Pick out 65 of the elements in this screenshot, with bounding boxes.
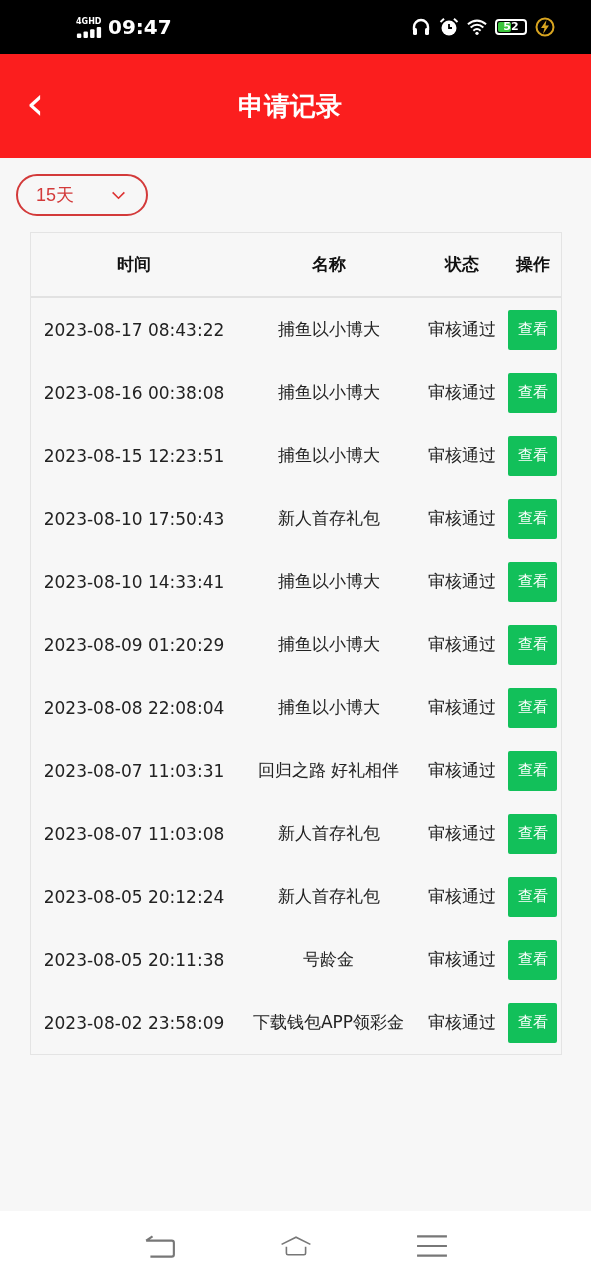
- table-cell-text: 2023-08-07 11:03:08: [42, 822, 226, 846]
- back-button[interactable]: ‹: [16, 80, 55, 132]
- clock-time: 09:47: [108, 15, 172, 39]
- chevron-down-icon: [111, 190, 126, 200]
- menu-icon[interactable]: [415, 1232, 448, 1259]
- view-button[interactable]: 查看: [508, 1002, 557, 1043]
- table-cell-text: 审核通过: [427, 885, 497, 908]
- period-dropdown[interactable]: 15天: [16, 174, 148, 216]
- table-cell-text: 捕鱼以小博大: [276, 633, 381, 656]
- column-header: 状态: [420, 233, 504, 297]
- table-cell-text: 新人首存礼包: [276, 885, 381, 908]
- battery-level: 52: [503, 21, 519, 33]
- view-button[interactable]: 查看: [508, 687, 557, 728]
- table-cell-text: 2023-08-15 12:23:51: [42, 444, 226, 468]
- table-cell-text: 审核通过: [427, 381, 497, 404]
- view-button[interactable]: 查看: [508, 813, 557, 854]
- table-cell-text: 捕鱼以小博大: [276, 696, 381, 719]
- table-cell-text: 回归之路 好礼相伴: [256, 759, 401, 782]
- table-cell-text: 2023-08-02 23:58:09: [42, 1011, 226, 1035]
- table-cell-text: 审核通过: [427, 633, 497, 656]
- table-cell-text: 审核通过: [427, 1011, 497, 1034]
- table-cell-text: 审核通过: [427, 759, 497, 782]
- table-cell-text: 审核通过: [427, 696, 497, 719]
- table-cell-text: 捕鱼以小博大: [276, 444, 381, 467]
- signal-icon: [76, 26, 102, 38]
- table-cell-text: 2023-08-05 20:11:38: [42, 948, 226, 972]
- headphones-icon: [411, 17, 431, 37]
- table-cell-text: 下载钱包APP领彩金: [251, 1011, 406, 1034]
- table-cell: 2023-08-17 08:43:22: [31, 297, 237, 361]
- table-cell: 捕鱼以小博大: [237, 297, 420, 361]
- table-cell-text: 捕鱼以小博大: [276, 570, 381, 593]
- view-button[interactable]: 查看: [508, 750, 557, 791]
- table-cell-text: 审核通过: [427, 822, 497, 845]
- lightning-icon: [535, 17, 555, 37]
- table-cell-text: 新人首存礼包: [276, 822, 381, 845]
- view-button[interactable]: 查看: [508, 624, 557, 665]
- view-button[interactable]: 查看: [508, 876, 557, 917]
- table-cell-text: 2023-08-09 01:20:29: [42, 633, 226, 657]
- view-button[interactable]: 查看: [508, 435, 557, 476]
- table-cell-text: 审核通过: [427, 948, 497, 971]
- column-header: 操作: [504, 233, 561, 297]
- table-cell-text: 2023-08-08 22:08:04: [42, 696, 226, 720]
- view-button[interactable]: 查看: [508, 309, 557, 350]
- wifi-icon: [467, 17, 487, 37]
- view-button[interactable]: 查看: [508, 939, 557, 980]
- table-cell-text: 捕鱼以小博大: [276, 381, 381, 404]
- column-header: 名称: [237, 233, 420, 297]
- table-cell-text: 2023-08-07 11:03:31: [42, 759, 226, 783]
- table-cell: 审核通过: [420, 297, 504, 361]
- view-button[interactable]: 查看: [508, 498, 557, 539]
- view-button[interactable]: 查看: [508, 561, 557, 602]
- network-label: 4GHD: [76, 16, 102, 26]
- view-button[interactable]: 查看: [508, 372, 557, 413]
- table-cell-text: 审核通过: [427, 507, 497, 530]
- table-cell-text: 新人首存礼包: [276, 507, 381, 530]
- alarm-icon: [439, 17, 459, 37]
- table-cell-text: 审核通过: [427, 444, 497, 467]
- column-header: 时间: [31, 233, 237, 297]
- table-cell-text: 2023-08-10 14:33:41: [42, 570, 226, 594]
- table-cell-text: 号龄金: [302, 948, 355, 971]
- table-cell-text: 2023-08-05 20:12:24: [42, 885, 226, 909]
- page-title: 申请记录: [237, 89, 342, 123]
- table-cell-text: 审核通过: [427, 570, 497, 593]
- table-cell-text: 2023-08-10 17:50:43: [42, 507, 226, 531]
- table-cell-text: 2023-08-16 00:38:08: [42, 381, 226, 405]
